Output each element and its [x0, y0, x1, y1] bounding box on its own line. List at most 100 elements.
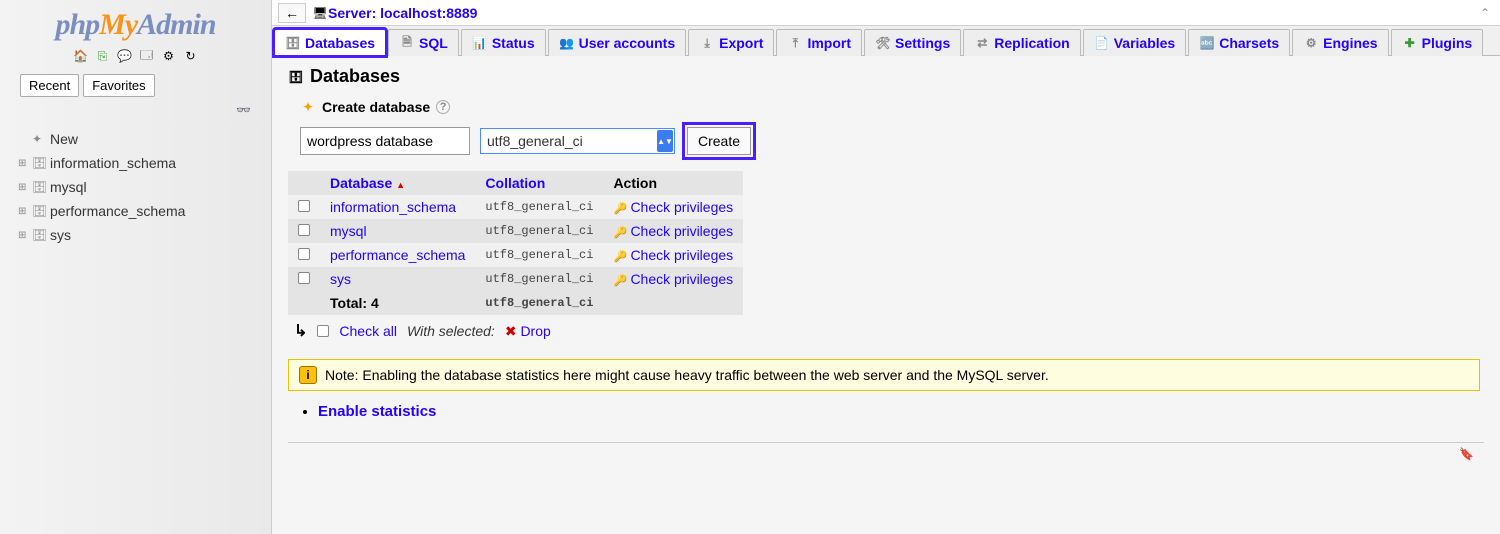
create-button-highlight: Create [685, 125, 753, 157]
row-collation: utf8_general_ci [475, 195, 603, 219]
users-icon: 👥 [559, 35, 575, 51]
tree-item[interactable]: ⊞ 🗄 performance_schema [18, 199, 271, 223]
col-collation[interactable]: Collation [475, 171, 603, 195]
expand-icon[interactable]: ⊞ [18, 206, 32, 217]
nav-settings-icon[interactable]: ⚙ [161, 48, 177, 64]
db-link[interactable]: sys [330, 271, 351, 287]
tab-variables[interactable]: 📄Variables [1083, 29, 1187, 56]
tab-databases[interactable]: 🗄Databases [274, 29, 386, 56]
logout-icon[interactable]: ⎘ [95, 48, 111, 64]
tree-item-label: information_schema [50, 155, 176, 171]
tree-item[interactable]: ⊞ 🗄 information_schema [18, 151, 271, 175]
new-icon: ✦ [32, 132, 50, 146]
reload-icon[interactable]: ↻ [183, 48, 199, 64]
list-item: Enable statistics [318, 401, 1484, 422]
table-row: performance_schema utf8_general_ci 🔑Chec… [288, 243, 743, 267]
page-title: 🗄 Databases [288, 66, 1484, 87]
back-button[interactable]: ← [278, 3, 306, 23]
privileges-icon: 🔑 [613, 274, 627, 287]
stats-list: Enable statistics [288, 401, 1484, 422]
expand-icon[interactable]: ⊞ [18, 182, 32, 193]
tab-user-accounts[interactable]: 👥User accounts [548, 29, 686, 56]
query-window-icon[interactable]: 🗔 [139, 48, 155, 64]
favorites-tab[interactable]: Favorites [83, 74, 154, 97]
tree-item[interactable]: ⊞ 🗄 mysql [18, 175, 271, 199]
expand-icon[interactable]: ⊞ [18, 158, 32, 169]
arrow-up-icon: ↳ [294, 321, 307, 341]
databases-table: Database ▲ Collation Action information_… [288, 171, 743, 315]
database-name-input[interactable] [300, 127, 470, 155]
tab-replication[interactable]: ⇄Replication [963, 29, 1080, 56]
tab-engines[interactable]: ⚙Engines [1292, 29, 1388, 56]
server-icon: 🖥 [312, 5, 328, 21]
logo-php: php [55, 8, 99, 41]
privileges-icon: 🔑 [613, 226, 627, 239]
drop-action[interactable]: ✖ Drop [505, 323, 551, 340]
check-all-link[interactable]: Check all [339, 323, 397, 339]
note-text: Note: Enabling the database statistics h… [325, 367, 1049, 383]
create-button[interactable]: Create [687, 127, 751, 155]
import-icon: ⤒ [787, 35, 803, 51]
check-all-checkbox[interactable] [317, 325, 329, 337]
replication-icon: ⇄ [974, 35, 990, 51]
database-icon: 🗄 [32, 156, 50, 170]
privileges-icon: 🔑 [613, 250, 627, 263]
tree-item-label: sys [50, 227, 71, 243]
settings-icon: 🛠 [875, 35, 891, 51]
logo-admin: Admin [137, 8, 215, 41]
db-link[interactable]: performance_schema [330, 247, 465, 263]
collation-select[interactable] [480, 128, 675, 154]
row-checkbox[interactable] [298, 272, 310, 284]
sql-icon: 🗎 [399, 35, 415, 51]
nav-tabs: 🗄Databases 🗎SQL 📊Status 👥User accounts ⤓… [272, 26, 1500, 56]
tab-charsets[interactable]: 🔤Charsets [1188, 29, 1290, 56]
tab-sql[interactable]: 🗎SQL [388, 29, 459, 56]
with-selected-label: With selected: [407, 323, 495, 339]
phpmyadmin-logo[interactable]: phpMyAdmin [0, 8, 271, 42]
recent-tab[interactable]: Recent [20, 74, 79, 97]
check-privileges-link[interactable]: Check privileges [630, 199, 733, 215]
home-icon[interactable]: 🏠 [73, 48, 89, 64]
tree-new[interactable]: ✦ New [18, 127, 271, 151]
total-collation: utf8_general_ci [475, 291, 603, 315]
tab-export[interactable]: ⤓Export [688, 29, 774, 56]
plugins-icon: ✚ [1402, 35, 1418, 51]
charsets-icon: 🔤 [1199, 35, 1215, 51]
sidebar-link-toggle[interactable]: 👓 [0, 101, 271, 123]
tree-item-label: mysql [50, 179, 87, 195]
sidebar: phpMyAdmin 🏠 ⎘ 💬 🗔 ⚙ ↻ Recent Favorites … [0, 0, 272, 534]
check-privileges-link[interactable]: Check privileges [630, 223, 733, 239]
collapse-icon[interactable]: ⌃ [1480, 6, 1494, 20]
sort-asc-icon: ▲ [396, 180, 405, 190]
tab-plugins[interactable]: ✚Plugins [1391, 29, 1484, 56]
info-icon: i [299, 366, 317, 384]
database-icon: 🗄 [32, 204, 50, 218]
tab-settings[interactable]: 🛠Settings [864, 29, 961, 56]
col-action: Action [603, 171, 743, 195]
docs-icon[interactable]: 💬 [117, 48, 133, 64]
tree-item[interactable]: ⊞ 🗄 sys [18, 223, 271, 247]
footer-bookmark-icon[interactable]: 🔖 [288, 443, 1484, 465]
tab-import[interactable]: ⤒Import [776, 29, 862, 56]
server-breadcrumb[interactable]: Server: localhost:8889 [328, 5, 477, 21]
table-row: information_schema utf8_general_ci 🔑Chec… [288, 195, 743, 219]
row-checkbox[interactable] [298, 248, 310, 260]
table-row: mysql utf8_general_ci 🔑Check privileges [288, 219, 743, 243]
row-checkbox[interactable] [298, 200, 310, 212]
db-link[interactable]: mysql [330, 223, 367, 239]
tab-status[interactable]: 📊Status [461, 29, 546, 56]
enable-statistics-link[interactable]: Enable statistics [318, 403, 436, 420]
database-icon: 🗄 [285, 35, 301, 51]
db-link[interactable]: information_schema [330, 199, 456, 215]
expand-icon[interactable]: ⊞ [18, 230, 32, 241]
col-database[interactable]: Database ▲ [320, 171, 475, 195]
total-label: Total: 4 [320, 291, 475, 315]
check-all-row: ↳ Check all With selected: ✖ Drop [294, 321, 1484, 341]
check-privileges-link[interactable]: Check privileges [630, 271, 733, 287]
row-checkbox[interactable] [298, 224, 310, 236]
table-row: sys utf8_general_ci 🔑Check privileges [288, 267, 743, 291]
table-total-row: Total: 4 utf8_general_ci [288, 291, 743, 315]
topbar: ← 🖥 Server: localhost:8889 ⌃ [272, 0, 1500, 26]
help-icon[interactable]: ? [436, 100, 450, 114]
check-privileges-link[interactable]: Check privileges [630, 247, 733, 263]
